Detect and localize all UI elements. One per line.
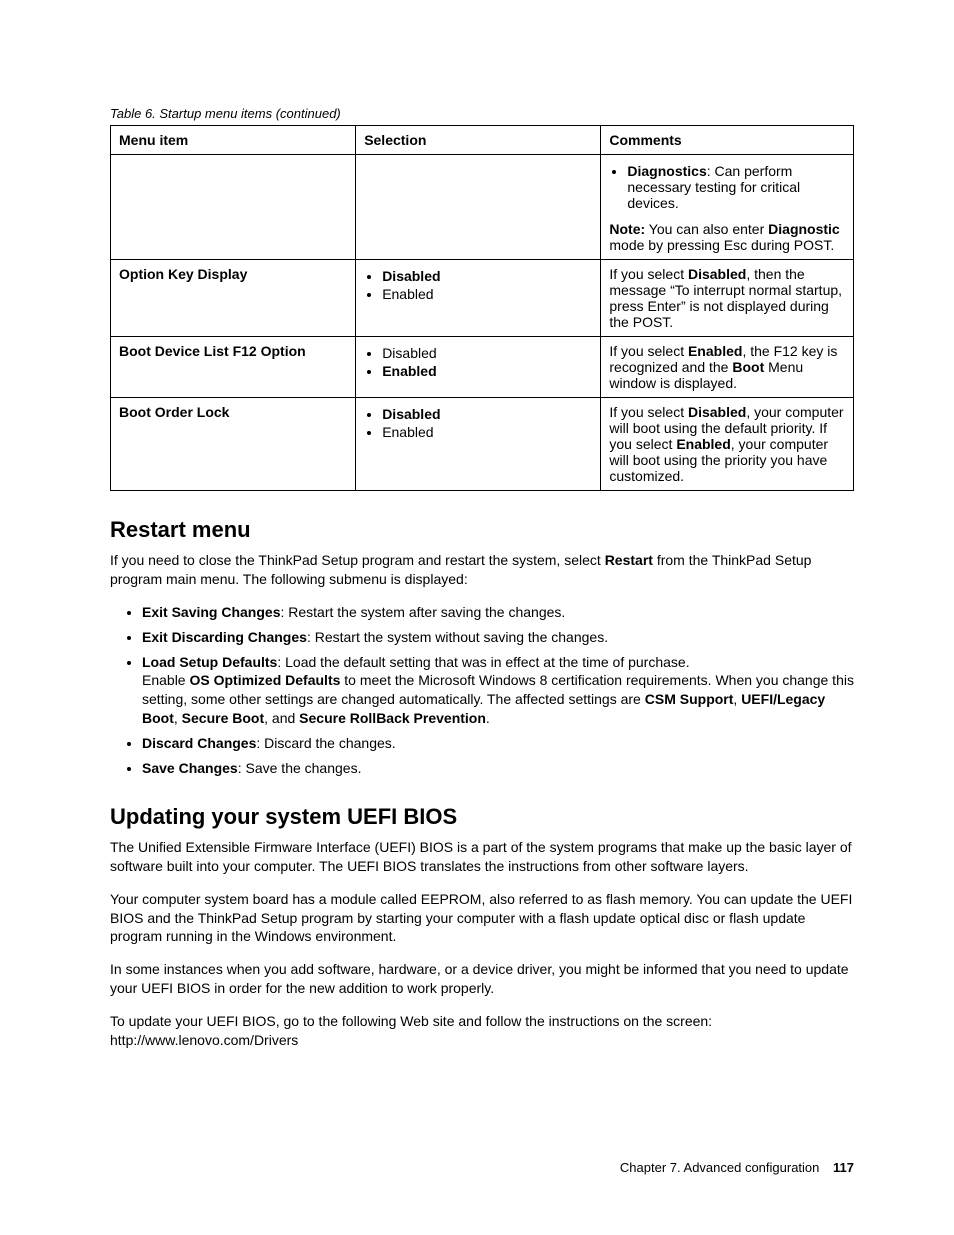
restart-list: Exit Saving Changes: Restart the system … [110,603,854,778]
note-prefix: Note: [609,221,645,237]
footer-page-number: 117 [833,1160,854,1175]
table-row: Boot Order Lock Disabled Enabled If you … [111,398,854,491]
diagnostics-bullet: Diagnostics: Can perform necessary testi… [627,163,845,211]
restart-bold: Restart [605,552,653,568]
restart-menu-heading: Restart menu [110,517,854,543]
list-item: Exit Saving Changes: Restart the system … [142,603,854,622]
item-text: : Restart the system after saving the ch… [280,604,565,620]
diagnostics-label: Diagnostics [627,163,706,179]
startup-table: Menu item Selection Comments Diagnostics… [110,125,854,491]
comment-bold: Enabled [688,343,742,359]
selection-item: Disabled [382,268,592,284]
text: To update your UEFI BIOS, go to the foll… [110,1013,712,1029]
list-item: Exit Discarding Changes: Restart the sys… [142,628,854,647]
item-label: Save Changes [142,760,238,776]
cell-selection: Disabled Enabled [356,398,601,491]
item-text: : Load the default setting that was in e… [277,654,689,670]
uefi-paragraph: The Unified Extensible Firmware Interfac… [110,838,854,876]
os-optimized-defaults: OS Optimized Defaults [189,672,340,688]
comment-bold: Disabled [688,266,746,282]
selection-item: Enabled [382,363,592,379]
uefi-paragraph: To update your UEFI BIOS, go to the foll… [110,1012,854,1050]
selection-disabled: Disabled [382,345,436,361]
item-label: Load Setup Defaults [142,654,277,670]
cell-selection: Disabled Enabled [356,260,601,337]
selection-disabled: Disabled [382,406,440,422]
cell-comments: Diagnostics: Can perform necessary testi… [601,155,854,260]
item-text: : Discard the changes. [256,735,395,751]
boot-device-list-label: Boot Device List F12 Option [119,343,306,359]
item-text: : Restart the system without saving the … [307,629,608,645]
sep: , and [264,710,299,726]
table-row: Diagnostics: Can perform necessary testi… [111,155,854,260]
cell-menu [111,155,356,260]
footer-chapter: Chapter 7. Advanced configuration [620,1160,819,1175]
note-text: Note: You can also enter Diagnostic mode… [609,221,845,253]
selection-item: Enabled [382,424,592,440]
table-row: Option Key Display Disabled Enabled If y… [111,260,854,337]
drivers-url: http://www.lenovo.com/Drivers [110,1032,298,1048]
comment-text: If you select [609,266,688,282]
text: If you need to close the ThinkPad Setup … [110,552,605,568]
item-label: Discard Changes [142,735,256,751]
selection-item: Disabled [382,406,592,422]
selection-disabled: Disabled [382,268,440,284]
list-item: Save Changes: Save the changes. [142,759,854,778]
secure-rollback-prevention: Secure RollBack Prevention [299,710,486,726]
page-footer: Chapter 7. Advanced configuration 117 [620,1160,854,1175]
item-text: Enable [142,672,189,688]
selection-enabled: Enabled [382,363,436,379]
comment-text: If you select [609,343,688,359]
item-label: Exit Saving Changes [142,604,280,620]
item-label: Exit Discarding Changes [142,629,307,645]
option-key-display-label: Option Key Display [119,266,247,282]
table-header-row: Menu item Selection Comments [111,126,854,155]
item-text: : Save the changes. [238,760,362,776]
boot-order-lock-label: Boot Order Lock [119,404,229,420]
selection-item: Disabled [382,345,592,361]
header-menu-item: Menu item [111,126,356,155]
restart-intro: If you need to close the ThinkPad Setup … [110,551,854,589]
page-container: Table 6. Startup menu items (continued) … [0,0,954,1235]
cell-menu: Boot Order Lock [111,398,356,491]
table-caption: Table 6. Startup menu items (continued) [110,106,854,121]
uefi-paragraph: In some instances when you add software,… [110,960,854,998]
table-row: Boot Device List F12 Option Disabled Ena… [111,337,854,398]
cell-menu: Option Key Display [111,260,356,337]
note-end: mode by pressing Esc during POST. [609,237,834,253]
list-item: Discard Changes: Discard the changes. [142,734,854,753]
comment-text: If you select [609,404,688,420]
selection-item: Enabled [382,286,592,302]
cell-comments: If you select Enabled, the F12 key is re… [601,337,854,398]
csm-support: CSM Support [645,691,734,707]
cell-comments: If you select Disabled, your computer wi… [601,398,854,491]
comment-bold: Boot [732,359,764,375]
list-item: Load Setup Defaults: Load the default se… [142,653,854,729]
cell-menu: Boot Device List F12 Option [111,337,356,398]
header-comments: Comments [601,126,854,155]
uefi-paragraph: Your computer system board has a module … [110,890,854,947]
selection-enabled: Enabled [382,286,433,302]
note-bold: Diagnostic [768,221,840,237]
selection-enabled: Enabled [382,424,433,440]
header-selection: Selection [356,126,601,155]
uefi-heading: Updating your system UEFI BIOS [110,804,854,830]
comment-bold: Enabled [676,436,730,452]
end: . [486,710,490,726]
sep: , [174,710,182,726]
secure-boot: Secure Boot [182,710,264,726]
cell-selection [356,155,601,260]
comment-bold: Disabled [688,404,746,420]
cell-comments: If you select Disabled, then the message… [601,260,854,337]
note-mid: You can also enter [645,221,768,237]
cell-selection: Disabled Enabled [356,337,601,398]
